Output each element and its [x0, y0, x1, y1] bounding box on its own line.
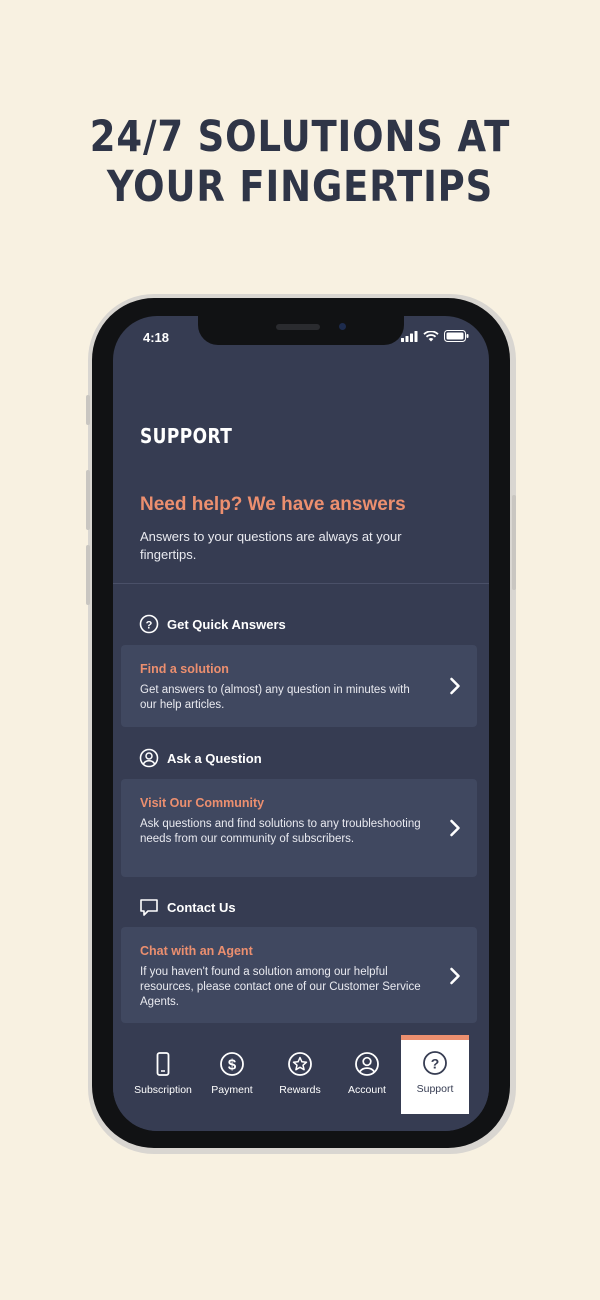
card-text: Ask questions and find solutions to any …	[140, 818, 421, 845]
card-title: Chat with an Agent	[140, 944, 253, 958]
battery-icon	[444, 330, 469, 342]
section-header-quick-answers: ? Get Quick Answers	[139, 614, 286, 634]
hero-text: Answers to your questions are always at …	[140, 529, 402, 562]
bottom-tab-bar: Subscription $ Payment Rewards Account ?…	[113, 1026, 489, 1131]
card-text: If you haven't found a solution among ou…	[140, 966, 421, 1008]
question-circle-icon: ?	[139, 614, 159, 634]
tab-label: Payment	[211, 1084, 253, 1096]
card-title: Visit Our Community	[140, 796, 265, 810]
tab-account[interactable]: Account	[333, 1041, 401, 1113]
phone-icon	[156, 1052, 170, 1076]
app-screen: 4:18 SUPPORT Need help? We have answers …	[113, 316, 489, 1131]
phone-speaker	[276, 324, 320, 330]
phone-mute-switch	[86, 395, 90, 425]
tab-label: Subscription	[134, 1084, 192, 1096]
question-circle-icon: ?	[423, 1051, 447, 1075]
tab-label: Support	[416, 1083, 454, 1095]
tab-support[interactable]: ? Support	[401, 1035, 469, 1114]
hero-heading: Need help? We have answers	[140, 494, 406, 515]
tab-label: Account	[348, 1084, 386, 1096]
section-header-label: Get Quick Answers	[167, 616, 286, 632]
status-bar-icons	[401, 330, 469, 342]
tab-label: Rewards	[279, 1084, 321, 1096]
card-title: Find a solution	[140, 662, 229, 676]
user-circle-icon	[139, 748, 159, 768]
phone-volume-down-button	[86, 545, 90, 605]
section-header-contact-us: Contact Us	[139, 897, 236, 917]
svg-text:?: ?	[431, 1055, 440, 1071]
phone-power-button	[512, 495, 516, 590]
chat-bubble-icon	[140, 899, 158, 916]
phone-volume-up-button	[86, 470, 90, 530]
chevron-right-icon	[450, 967, 460, 985]
headline-line-2: YOUR FINGERTIPS	[106, 162, 494, 212]
section-header-label: Contact Us	[167, 899, 236, 915]
section-header-label: Ask a Question	[167, 750, 262, 766]
chevron-right-icon	[450, 819, 460, 837]
chevron-right-icon	[450, 677, 460, 695]
tab-payment[interactable]: $ Payment	[198, 1041, 266, 1113]
divider	[113, 583, 489, 584]
phone-notch	[198, 316, 404, 345]
svg-text:?: ?	[146, 619, 153, 631]
tab-rewards[interactable]: Rewards	[266, 1041, 334, 1113]
card-visit-community[interactable]: Visit Our Community Ask questions and fi…	[121, 779, 477, 877]
phone-camera	[339, 323, 346, 330]
wifi-icon	[423, 330, 439, 341]
headline: 24/7 SOLUTIONS AT YOUR FINGERTIPS	[42, 112, 558, 212]
dollar-circle-icon: $	[220, 1052, 244, 1076]
card-chat-with-agent[interactable]: Chat with an Agent If you haven't found …	[121, 927, 477, 1023]
card-text: Get answers to (almost) any question in …	[140, 684, 410, 711]
tab-subscription[interactable]: Subscription	[129, 1041, 197, 1113]
page-title: SUPPORT	[140, 424, 233, 448]
star-circle-icon	[288, 1052, 312, 1076]
headline-line-1: 24/7 SOLUTIONS AT	[89, 112, 511, 162]
signal-icon	[401, 330, 418, 342]
section-header-ask-question: Ask a Question	[139, 748, 262, 768]
card-find-a-solution[interactable]: Find a solution Get answers to (almost) …	[121, 645, 477, 727]
user-circle-icon	[355, 1052, 379, 1076]
status-bar-time: 4:18	[143, 330, 170, 345]
svg-text:$: $	[228, 1057, 237, 1074]
